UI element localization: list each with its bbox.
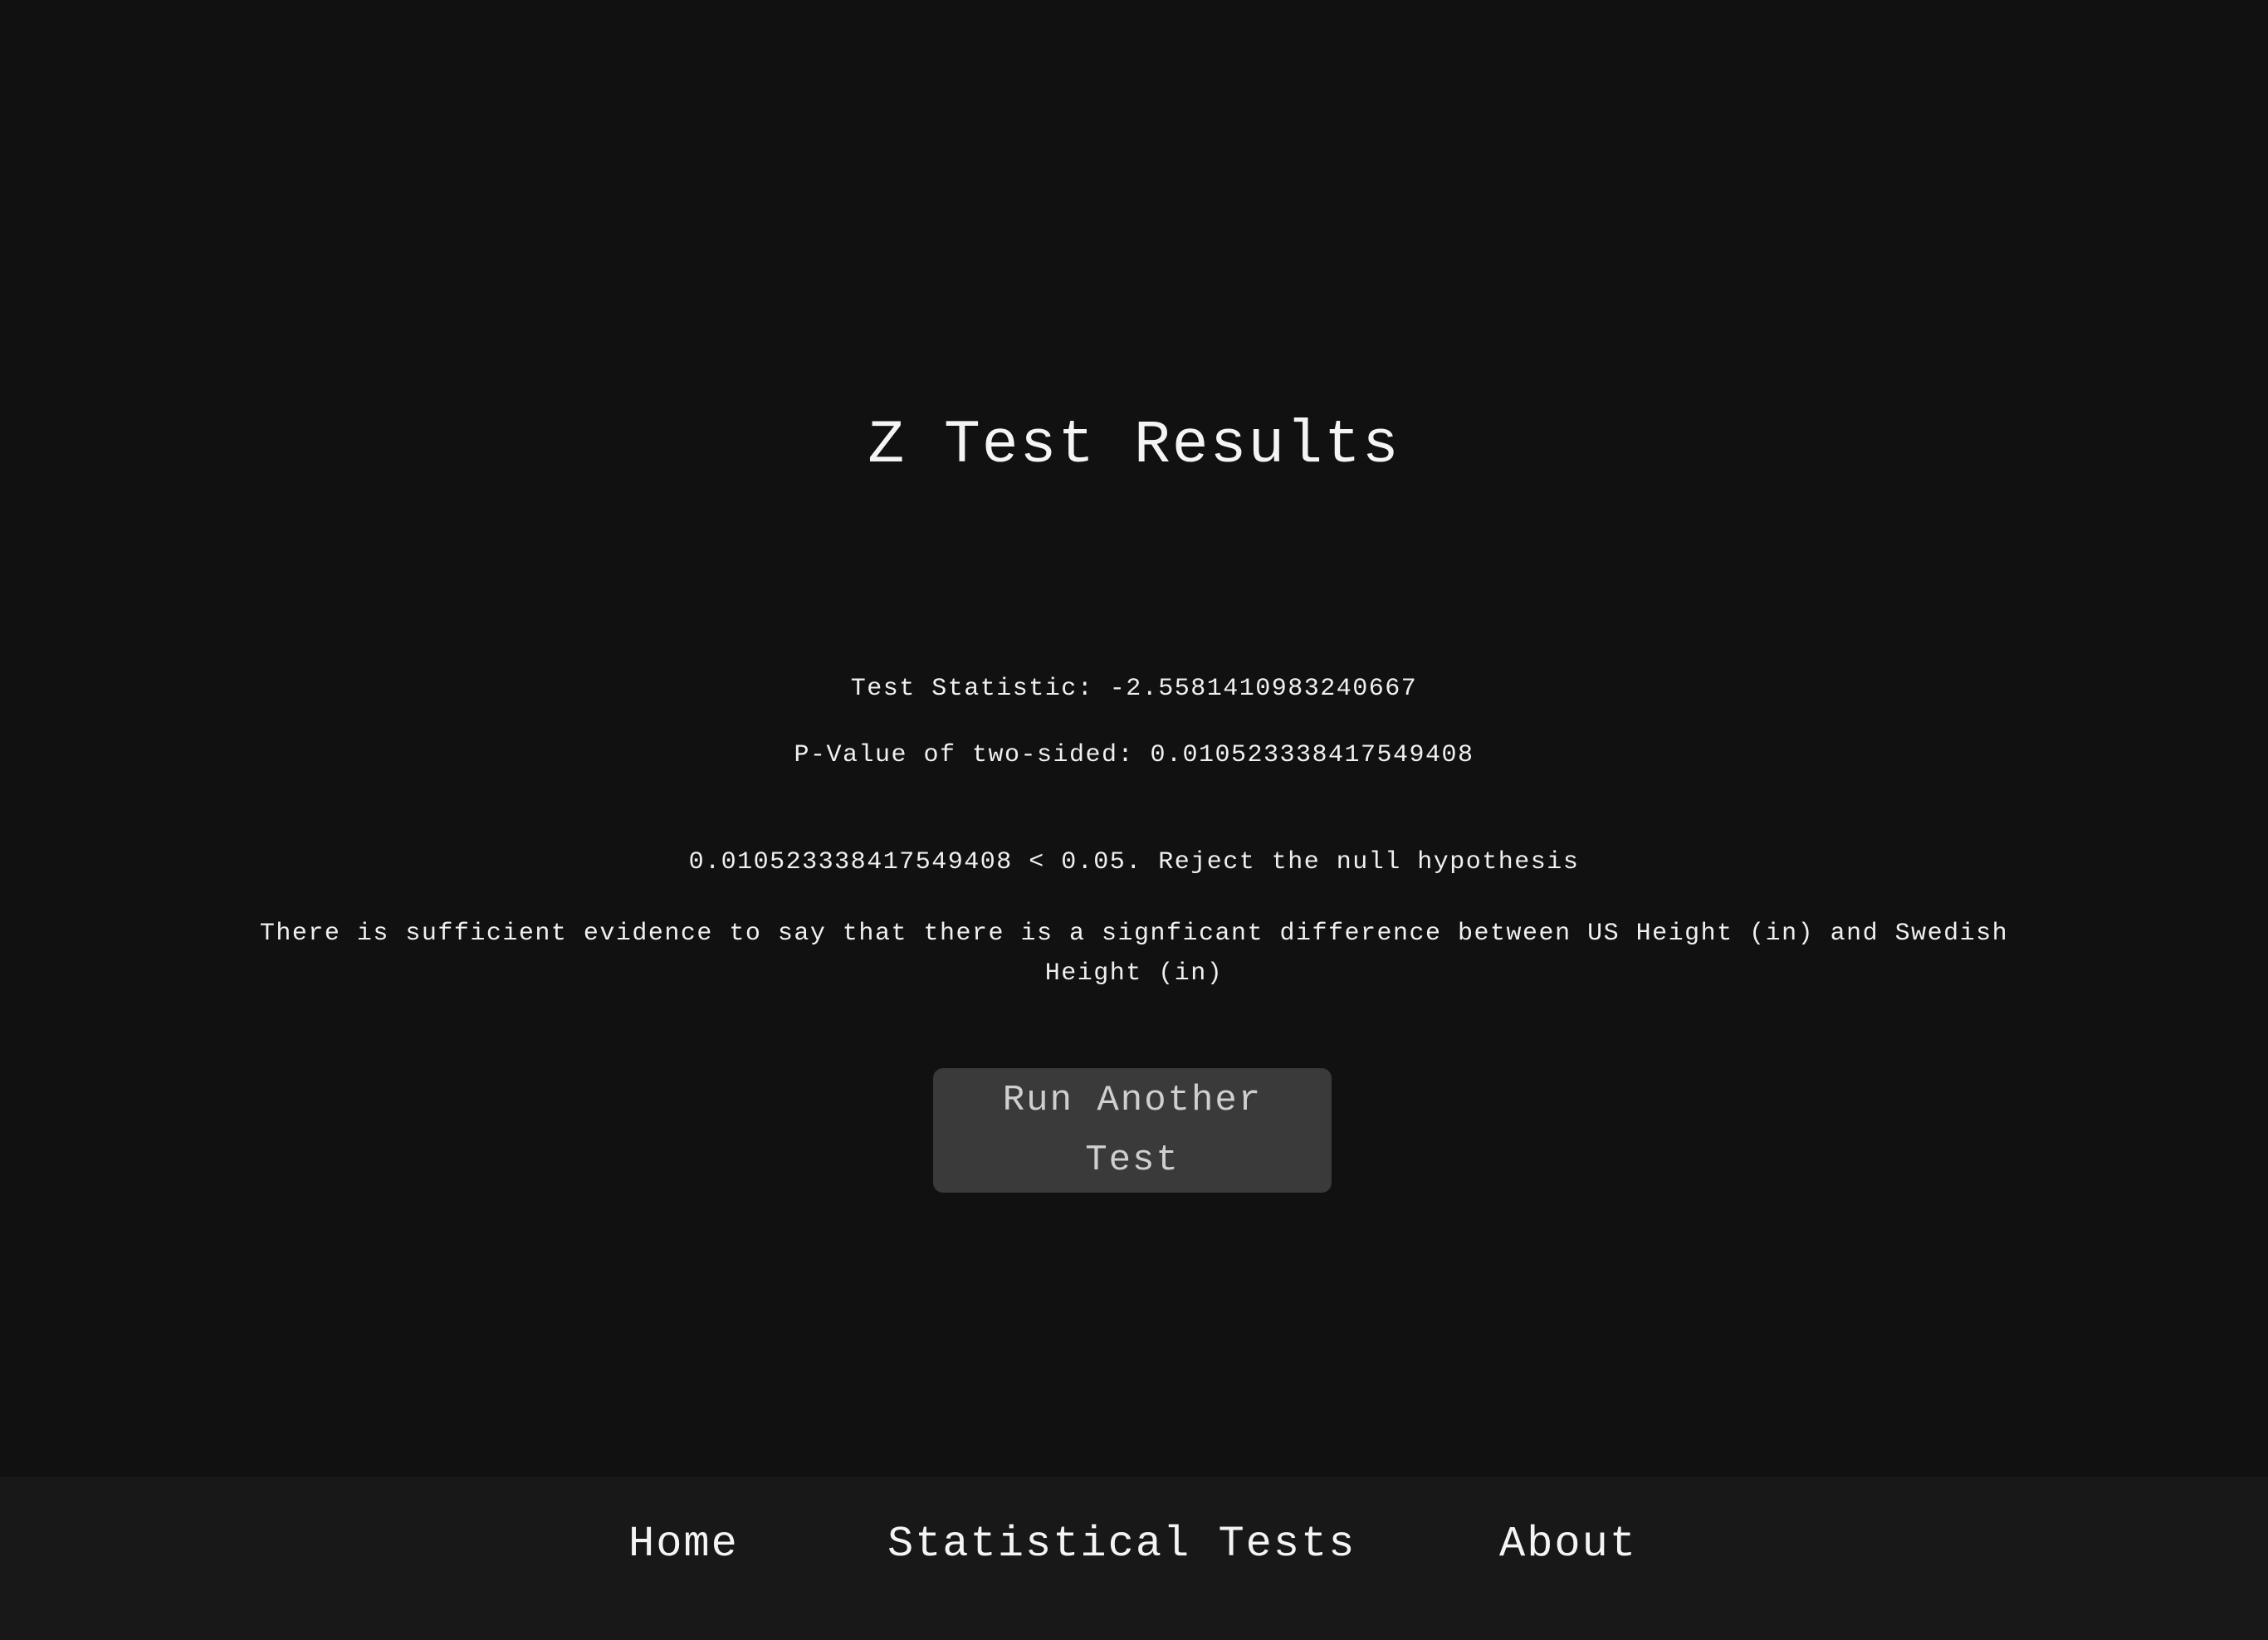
conclusion-text: There is sufficient evidence to say that… bbox=[259, 920, 2009, 988]
nav-home-link[interactable]: Home bbox=[628, 1520, 739, 1569]
run-another-test-button[interactable]: Run Another Test bbox=[933, 1068, 1332, 1193]
bottom-navbar: Home Statistical Tests About bbox=[0, 1477, 2268, 1640]
nav-about-link[interactable]: About bbox=[1499, 1520, 1637, 1569]
nav-statistical-tests-link[interactable]: Statistical Tests bbox=[887, 1520, 1356, 1569]
comparison-text: 0.010523338417549408 < 0.05. Reject the … bbox=[688, 848, 1580, 876]
page: Z Test Results Test Statistic: -2.558141… bbox=[0, 0, 2268, 1640]
test-statistic-text: Test Statistic: -2.5581410983240667 bbox=[850, 675, 1418, 703]
results-section: Z Test Results Test Statistic: -2.558141… bbox=[0, 0, 2268, 1477]
page-title: Z Test Results bbox=[868, 411, 1400, 480]
p-value-text: P-Value of two-sided: 0.0105233384175494… bbox=[794, 741, 1474, 769]
